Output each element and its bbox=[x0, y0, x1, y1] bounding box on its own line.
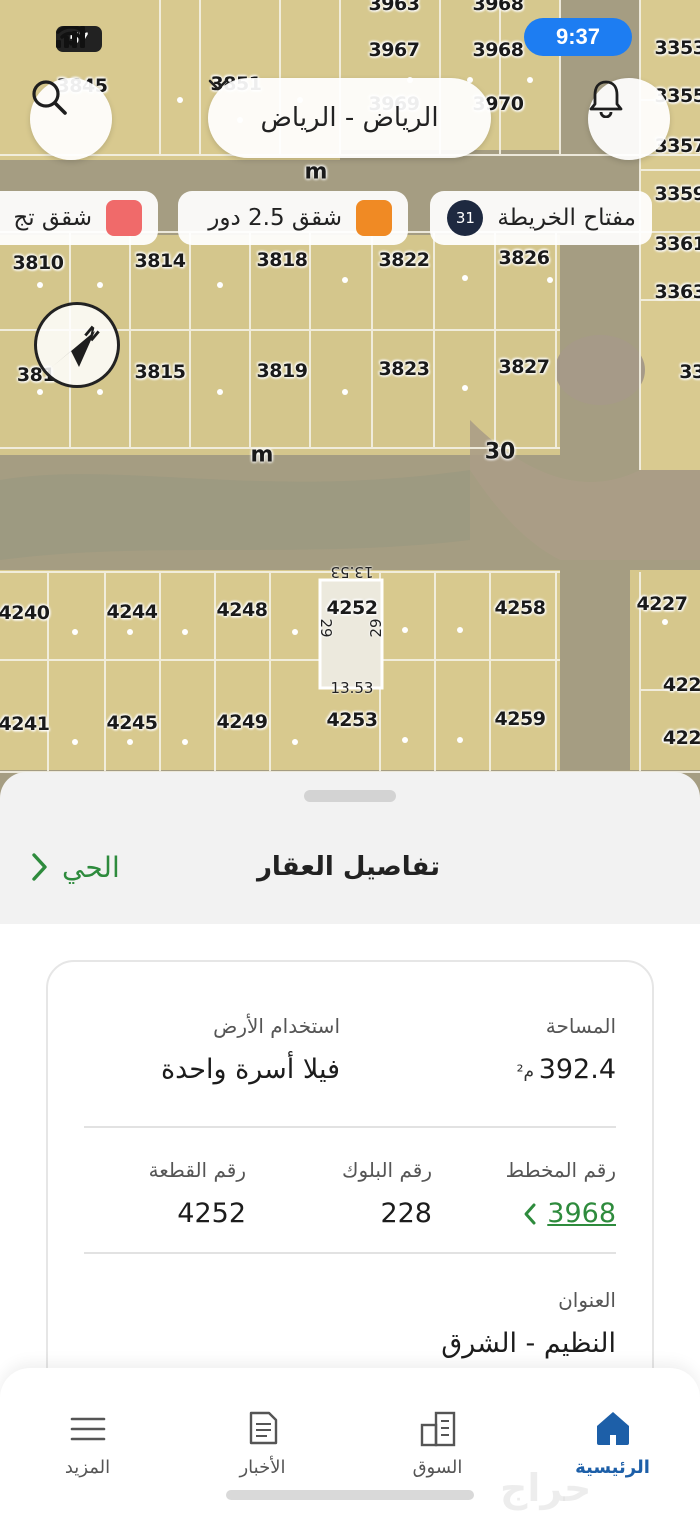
plot-number[interactable]: 422 bbox=[663, 727, 700, 749]
plan-number-link[interactable]: 3968 bbox=[523, 1198, 616, 1229]
plot-number[interactable]: 4258 bbox=[495, 597, 546, 619]
plot-number[interactable]: 3818 bbox=[257, 249, 308, 271]
plot-number[interactable]: 4248 bbox=[217, 599, 268, 621]
parcel-dimension-left: 29 bbox=[317, 618, 335, 638]
bell-icon bbox=[589, 80, 623, 118]
plan-number-label: رقم المخطط bbox=[505, 1158, 616, 1182]
search-icon bbox=[32, 80, 67, 115]
sheet-header: تفاصيل العقار الحي bbox=[0, 812, 700, 922]
land-use-value: فيلا أسرة واحدة bbox=[160, 1054, 340, 1085]
parcel-number-value: 4252 bbox=[177, 1198, 246, 1229]
divider bbox=[84, 1252, 616, 1254]
plot-number[interactable]: 3815 bbox=[135, 361, 186, 383]
selected-plot-number[interactable]: 4252 bbox=[327, 597, 378, 619]
plot-number[interactable]: 3353 bbox=[655, 37, 700, 59]
signal-icon bbox=[56, 26, 85, 48]
map-legend-chip[interactable]: مفتاح الخريطة 31 bbox=[430, 191, 652, 245]
address-label: العنوان bbox=[558, 1288, 616, 1312]
plot-number[interactable]: 3819 bbox=[257, 360, 308, 382]
menu-icon bbox=[70, 1417, 105, 1441]
plot-number[interactable]: 3363 bbox=[655, 281, 700, 303]
filter-chip-label: شقق 2.5 دور bbox=[208, 205, 342, 231]
plot-number[interactable]: 3968 bbox=[473, 0, 524, 15]
watermark-logo: حراج bbox=[500, 1466, 592, 1510]
sheet-grabber[interactable] bbox=[304, 790, 396, 802]
parcel-number-label: رقم القطعة bbox=[148, 1158, 246, 1182]
home-icon bbox=[596, 1412, 629, 1445]
filter-chip-apartments-2-5[interactable]: شقق 2.5 دور bbox=[178, 191, 408, 245]
plot-number[interactable]: 4244 bbox=[107, 601, 158, 623]
neighborhood-link-label: الحي bbox=[62, 850, 120, 884]
filter-chip-commercial-apartments[interactable]: شقق تج bbox=[0, 191, 158, 245]
sheet-title: تفاصيل العقار bbox=[256, 852, 440, 882]
area-value: 392.4 bbox=[538, 1054, 616, 1085]
compass-button[interactable]: N bbox=[34, 302, 120, 388]
buildings-icon bbox=[420, 1411, 455, 1447]
plot-number[interactable]: 3967 bbox=[369, 39, 420, 61]
legend-count-badge: 31 bbox=[447, 200, 484, 236]
status-time: 9:37 bbox=[524, 18, 632, 56]
filter-chip-label: شقق تج bbox=[13, 205, 92, 231]
plan-number-value: 3968 bbox=[547, 1198, 616, 1229]
block-number-label: رقم البلوك bbox=[341, 1158, 432, 1182]
tab-home[interactable]: الرئيسية bbox=[525, 1368, 700, 1478]
chevron-right-icon bbox=[32, 853, 47, 881]
plot-number[interactable]: 4259 bbox=[495, 708, 546, 730]
tab-more-label: المزيد bbox=[64, 1457, 111, 1478]
chevron-left-icon bbox=[524, 1203, 536, 1224]
tab-news-label: الأخبار bbox=[239, 1457, 286, 1478]
map-legend-label: مفتاح الخريطة bbox=[497, 205, 636, 231]
filter-color-swatch bbox=[106, 200, 142, 236]
divider bbox=[84, 1126, 616, 1128]
plot-number[interactable]: 3359 bbox=[655, 183, 700, 205]
bottom-tab-bar: الرئيسية السوق الأخبار المزيد حراج bbox=[0, 1368, 700, 1516]
plot-number[interactable]: 3826 bbox=[499, 247, 550, 269]
plot-number[interactable]: 422 bbox=[663, 674, 700, 696]
plot-number[interactable]: 33 bbox=[679, 361, 700, 383]
filter-color-swatch bbox=[356, 200, 392, 236]
city-selector-label: الرياض - الرياض bbox=[260, 103, 439, 133]
plot-number[interactable]: 3827 bbox=[499, 356, 550, 378]
tab-more[interactable]: المزيد bbox=[0, 1368, 175, 1478]
plot-number[interactable]: 4240 bbox=[0, 602, 50, 624]
land-use-label: استخدام الأرض bbox=[213, 1014, 340, 1038]
road-label: m bbox=[250, 442, 274, 468]
notifications-button[interactable] bbox=[588, 78, 670, 160]
parcel-dimension-top: 13.53 bbox=[330, 563, 374, 581]
area-label: المساحة bbox=[545, 1014, 616, 1038]
plot-number[interactable]: 3814 bbox=[135, 250, 186, 272]
parcel-dimension-right: 29 bbox=[367, 618, 385, 638]
neighborhood-link[interactable]: الحي bbox=[30, 851, 120, 884]
tab-news[interactable]: الأخبار bbox=[175, 1368, 350, 1478]
plot-number[interactable]: 3810 bbox=[13, 252, 64, 274]
search-button[interactable] bbox=[30, 78, 112, 160]
property-card: المساحة 392.4 م² استخدام الأرض فيلا أسرة… bbox=[46, 960, 654, 1420]
news-icon bbox=[249, 1411, 277, 1445]
block-number-value: 228 bbox=[380, 1198, 432, 1229]
map-view[interactable]: 3963 3968 3967 3968 3845 3851 3969 3970 … bbox=[0, 0, 700, 800]
compass-icon: N bbox=[52, 322, 103, 367]
plot-number[interactable]: 3963 bbox=[369, 0, 420, 15]
address-value: النظيم - الشرق bbox=[441, 1328, 616, 1359]
road-label: 30 bbox=[484, 439, 516, 465]
plot-number[interactable]: 4227 bbox=[637, 593, 688, 615]
city-selector[interactable]: الرياض - الرياض bbox=[208, 78, 491, 158]
tab-market-label: السوق bbox=[412, 1457, 463, 1478]
status-bar: 57 bbox=[56, 26, 102, 52]
parcel-dimension-bottom: 13.53 bbox=[330, 679, 374, 697]
plot-number[interactable]: 4249 bbox=[217, 711, 268, 733]
road-label: m bbox=[304, 159, 328, 185]
plot-number[interactable]: 4253 bbox=[327, 709, 378, 731]
plot-number[interactable]: 3823 bbox=[379, 358, 430, 380]
home-indicator[interactable] bbox=[226, 1490, 474, 1500]
tab-market[interactable]: السوق bbox=[350, 1368, 525, 1478]
plot-number[interactable]: 3968 bbox=[473, 39, 524, 61]
area-unit: م² bbox=[516, 1062, 534, 1082]
plot-number[interactable]: 4245 bbox=[107, 712, 158, 734]
plot-number[interactable]: 4241 bbox=[0, 713, 50, 735]
plot-number[interactable]: 3822 bbox=[379, 249, 430, 271]
chevron-down-icon bbox=[208, 79, 228, 91]
plot-number[interactable]: 3361 bbox=[655, 233, 700, 255]
